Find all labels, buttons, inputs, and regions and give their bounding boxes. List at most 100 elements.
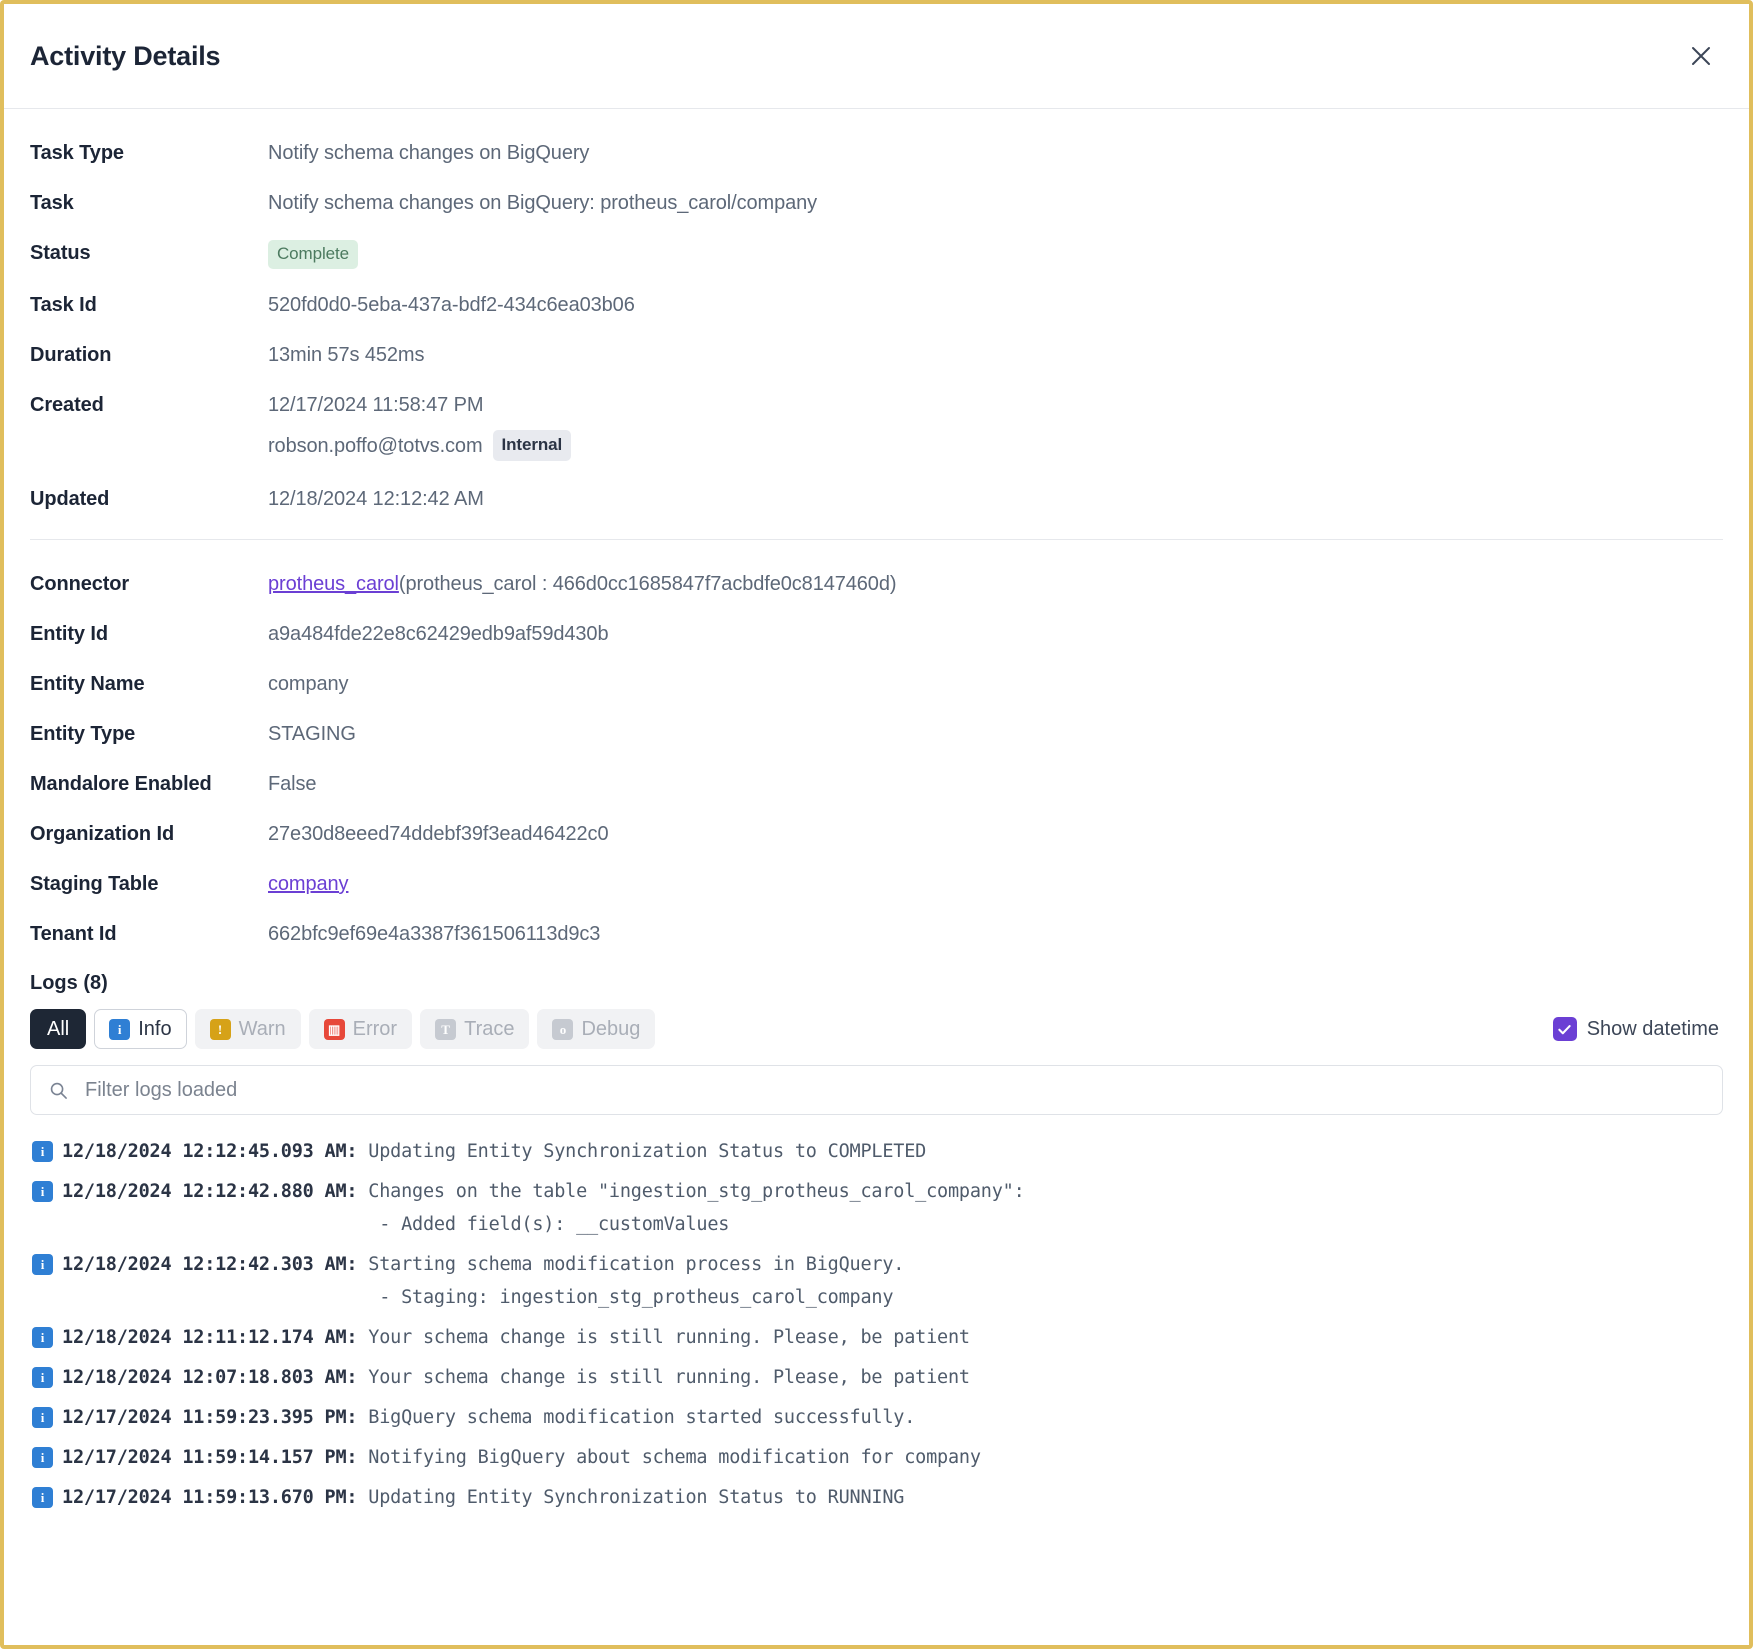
field-entity-id: Entity Id a9a484fde22e8c62429edb9af59d43… <box>30 620 1723 648</box>
field-value: Notify schema changes on BigQuery <box>268 142 590 164</box>
field-label: Status <box>30 242 91 264</box>
field-value: False <box>268 773 317 795</box>
field-label: Task <box>30 192 74 214</box>
field-staging-table: Staging Table company <box>30 870 1723 898</box>
field-organization-id: Organization Id 27e30d8eeed74ddebf39f3ea… <box>30 820 1723 848</box>
log-message: Your schema change is still running. Ple… <box>368 1327 970 1348</box>
field-value: 12/17/2024 11:58:47 PM robson.poffo@totv… <box>268 391 572 461</box>
show-datetime-label: Show datetime <box>1586 1017 1719 1040</box>
field-label: Task Id <box>30 294 97 316</box>
log-filter-label: All <box>47 1018 70 1040</box>
log-message: Your schema change is still running. Ple… <box>368 1367 970 1388</box>
log-filter-debug[interactable]: o Debug <box>537 1009 656 1049</box>
close-icon[interactable] <box>1679 34 1723 78</box>
log-entry-text: 12/18/2024 12:12:45.093 AM: Updating Ent… <box>62 1135 926 1168</box>
info-icon: i <box>32 1447 53 1468</box>
log-filter-label: Debug <box>581 1018 641 1040</box>
field-value: 13min 57s 452ms <box>268 344 425 366</box>
field-value: 12/18/2024 12:12:42 AM <box>268 488 484 510</box>
connector-detail: (protheus_carol : 466d0cc1685847f7acbdfe… <box>398 573 897 595</box>
created-user: robson.poffo@totvs.com Internal <box>268 430 572 461</box>
page-title: Activity Details <box>30 40 221 71</box>
log-timestamp: 12/17/2024 11:59:23.395 PM: <box>62 1407 358 1428</box>
field-value: Notify schema changes on BigQuery: proth… <box>268 192 818 214</box>
debug-icon: o <box>552 1018 574 1040</box>
field-status: Status Complete <box>30 239 1723 269</box>
field-value: company <box>268 870 349 898</box>
field-value: Complete <box>268 239 358 269</box>
log-filter-label: Trace <box>464 1018 515 1040</box>
log-message: Updating Entity Synchronization Status t… <box>368 1141 927 1162</box>
log-entry: i 12/17/2024 11:59:13.670 PM: Updating E… <box>32 1481 1723 1514</box>
field-value: 662bfc9ef69e4a3387f361506113d9c3 <box>268 923 601 945</box>
log-entry-text: 12/18/2024 12:11:12.174 AM: Your schema … <box>62 1321 970 1354</box>
field-mandalore-enabled: Mandalore Enabled False <box>30 770 1723 798</box>
log-entry: i 12/17/2024 11:59:14.157 PM: Notifying … <box>32 1441 1723 1474</box>
info-icon: i <box>32 1254 53 1275</box>
field-label: Mandalore Enabled <box>30 773 212 795</box>
staging-table-link[interactable]: company <box>268 873 349 895</box>
search-glyph <box>50 1082 67 1099</box>
search-icon <box>47 1081 69 1100</box>
log-entry: i 12/18/2024 12:12:45.093 AM: Updating E… <box>32 1135 1723 1168</box>
log-filter-label: Error <box>352 1018 398 1040</box>
field-value: 520fd0d0-5eba-437a-bdf2-434c6ea03b06 <box>268 294 635 316</box>
log-timestamp: 12/18/2024 12:12:45.093 AM: <box>62 1141 358 1162</box>
log-entry-text: 12/18/2024 12:12:42.880 AM: Changes on t… <box>62 1175 1025 1241</box>
log-filter-label: Info <box>138 1018 172 1040</box>
log-entry-text: 12/18/2024 12:12:42.303 AM: Starting sch… <box>62 1248 904 1314</box>
field-tenant-id: Tenant Id 662bfc9ef69e4a3387f361506113d9… <box>30 920 1723 948</box>
info-icon: i <box>32 1407 53 1428</box>
field-label: Connector <box>30 573 130 595</box>
section-divider <box>30 539 1723 540</box>
field-value: 27e30d8eeed74ddebf39f3ead46422c0 <box>268 823 609 845</box>
show-datetime-toggle[interactable]: Show datetime <box>1552 1017 1723 1041</box>
field-entity-name: Entity Name company <box>30 670 1723 698</box>
info-icon: i <box>32 1141 53 1162</box>
info-icon: i <box>32 1367 53 1388</box>
log-filter-all[interactable]: All <box>30 1009 87 1049</box>
field-label: Organization Id <box>30 823 175 845</box>
log-level-filters: All i Info ! Warn ▥ Error T Trace o Debu… <box>30 1009 656 1049</box>
log-entry-text: 12/17/2024 11:59:14.157 PM: Notifying Bi… <box>62 1441 981 1474</box>
close-glyph <box>1692 47 1710 65</box>
log-entry-text: 12/17/2024 11:59:23.395 PM: BigQuery sch… <box>62 1401 915 1434</box>
connector-link[interactable]: protheus_carol <box>268 573 399 595</box>
info-icon: i <box>32 1181 53 1202</box>
log-entry-text: 12/17/2024 11:59:13.670 PM: Updating Ent… <box>62 1481 904 1514</box>
log-filter-search[interactable] <box>30 1065 1723 1115</box>
modal-header: Activity Details <box>4 4 1749 109</box>
field-label: Staging Table <box>30 873 159 895</box>
log-filter-info[interactable]: i Info <box>94 1009 187 1049</box>
log-timestamp: 12/17/2024 11:59:14.157 PM: <box>62 1447 358 1468</box>
log-entries-list: i 12/18/2024 12:12:45.093 AM: Updating E… <box>30 1135 1723 1514</box>
log-filter-trace[interactable]: T Trace <box>420 1009 530 1049</box>
log-entry: i 12/18/2024 12:12:42.880 AM: Changes on… <box>32 1175 1723 1241</box>
log-filter-warn[interactable]: ! Warn <box>194 1009 301 1049</box>
field-task: Task Notify schema changes on BigQuery: … <box>30 189 1723 217</box>
log-timestamp: 12/18/2024 12:11:12.174 AM: <box>62 1327 358 1348</box>
field-label: Duration <box>30 344 112 366</box>
log-message: BigQuery schema modification started suc… <box>368 1407 916 1428</box>
trace-icon: T <box>435 1018 457 1040</box>
field-updated: Updated 12/18/2024 12:12:42 AM <box>30 485 1723 513</box>
warn-icon: ! <box>209 1018 231 1040</box>
logs-toolbar: All i Info ! Warn ▥ Error T Trace o Debu… <box>30 1009 1723 1049</box>
error-icon: ▥ <box>323 1018 345 1040</box>
log-entry: i 12/18/2024 12:07:18.803 AM: Your schem… <box>32 1361 1723 1394</box>
field-value: a9a484fde22e8c62429edb9af59d430b <box>268 623 609 645</box>
log-filter-error[interactable]: ▥ Error <box>308 1009 413 1049</box>
field-value: company <box>268 673 349 695</box>
field-label: Tenant Id <box>30 923 117 945</box>
created-user-email: robson.poffo@totvs.com <box>268 434 483 457</box>
log-timestamp: 12/18/2024 12:12:42.303 AM: <box>62 1254 358 1275</box>
field-label: Task Type <box>30 142 124 164</box>
field-duration: Duration 13min 57s 452ms <box>30 341 1723 369</box>
logs-heading: Logs (8) <box>30 972 108 994</box>
field-label: Entity Type <box>30 723 136 745</box>
field-value: protheus_carol(protheus_carol : 466d0cc1… <box>268 570 897 598</box>
log-timestamp: 12/18/2024 12:07:18.803 AM: <box>62 1367 358 1388</box>
log-entry: i 12/17/2024 11:59:23.395 PM: BigQuery s… <box>32 1401 1723 1434</box>
checkbox-checked-icon[interactable] <box>1552 1017 1577 1041</box>
search-input[interactable] <box>83 1077 1706 1103</box>
